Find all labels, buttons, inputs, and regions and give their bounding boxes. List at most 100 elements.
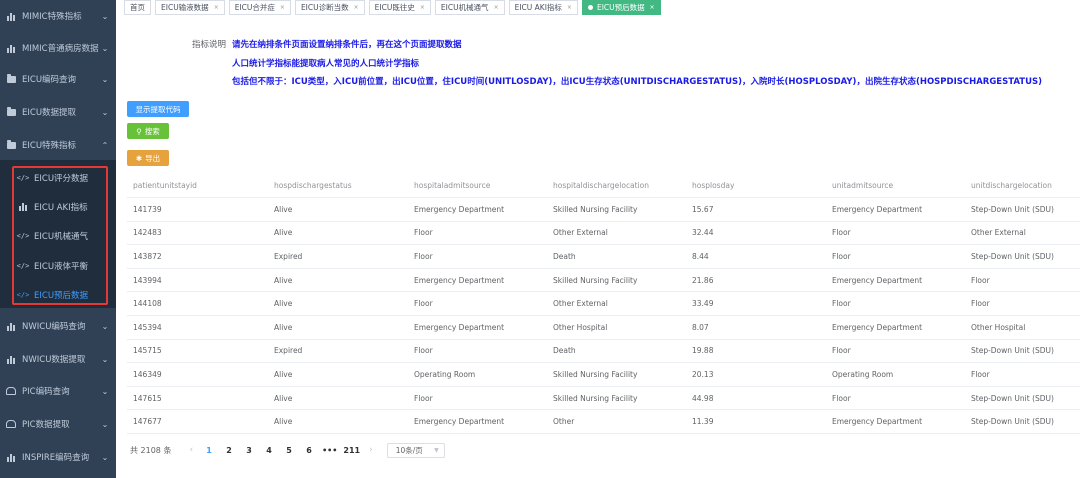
table-cell: Alive [274,275,293,285]
search-button[interactable]: ⚲ 搜索 [127,123,169,139]
table-cell: 145715 [133,346,162,356]
table-row[interactable]: 144108 Alive Floor Other External 33.49 Floor… [127,292,1080,316]
sidebar-item[interactable]: EICU特殊指标 ⌃ [0,129,116,161]
table-row[interactable]: 143994 Alive Emergency Department Skilled N… [127,269,1080,293]
table-cell: Death [553,251,576,261]
table-cell: 143994 [133,275,162,285]
sidebar-item[interactable]: EICU数据提取 ⌄ [0,96,116,128]
table-cell: Expired [274,346,303,356]
close-icon[interactable]: × [214,4,219,11]
sidebar-item-label: EICU数据提取 [22,108,77,118]
page-number-button[interactable]: 211 [343,446,360,455]
page-number-button[interactable]: ••• [322,446,337,455]
sidebar-item[interactable]: PIC数据提取 ⌄ [0,408,116,440]
close-icon[interactable]: × [280,4,285,11]
close-icon[interactable]: × [420,4,425,11]
bar-chart-icon [6,452,16,462]
tab-label: EICU预后数据 [596,3,645,12]
chevron-icon: ⌄ [101,107,109,117]
table-cell: 142483 [133,228,162,238]
folder-icon [6,106,16,117]
table-cell: 44.98 [692,393,714,403]
close-icon[interactable]: × [650,4,655,11]
close-icon[interactable]: × [494,4,499,11]
search-icon: ⚲ [136,126,142,136]
table-cell: Floor [414,393,433,403]
tab[interactable]: 首页 [124,0,151,15]
tab-label: EICU诊断当数 [300,3,349,12]
tab[interactable]: EICU合并症 × [228,0,291,15]
table-cell: Emergency Department [832,204,923,214]
table-cell: 8.07 [692,322,709,332]
close-icon[interactable]: × [567,4,572,11]
tab[interactable]: EICU诊断当数 × [294,0,365,15]
page-number-button[interactable]: 4 [262,446,276,455]
table-cell: Floor [832,393,851,403]
bar-chart-icon [6,321,16,331]
sidebar-item-label: NWICU编码查询 [22,322,86,332]
sidebar-item[interactable]: NWICU数据提取 ⌄ [0,343,116,375]
table-cell: 20.13 [692,369,714,379]
tab[interactable]: EICU输液数据 × [155,0,225,15]
table-cell: Emergency Department [414,204,505,214]
tab[interactable]: EICU AKI指标 × [508,0,578,15]
tab[interactable]: EICU机械通气 × [434,0,505,15]
table-row[interactable]: 141739 Alive Emergency Department Skilled N… [127,198,1080,222]
table-cell: 19.88 [692,346,714,356]
table-cell: Floor [832,251,851,261]
table-row[interactable]: 145715 Expired Floor Death 19.88 Floor Step-Do… [127,340,1080,364]
sidebar-item[interactable]: EICU编码查询 ⌄ [0,63,116,95]
table-cell: Other Hospital [971,322,1026,332]
table-cell: Other Hospital [553,322,608,332]
table-row[interactable]: 147677 Alive Emergency Department Other 11.3… [127,410,1080,434]
sidebar-item-label: EICU编码查询 [22,75,77,85]
table-cell: Emergency Department [832,322,923,332]
description-label: 指标说明 [192,40,227,50]
page-size-value: 10条/页 [395,445,423,455]
sidebar-item[interactable]: MIMIC特殊指标 ⌄ [0,0,116,32]
table-cell: Alive [274,393,293,403]
table-row[interactable]: 142483 Alive Floor Other External 32.44 Floor… [127,222,1080,246]
table-cell: Emergency Department [832,417,923,427]
tab[interactable]: EICU既往史 × [368,0,431,15]
pagination-total: 共 2108 条 [130,445,172,455]
sidebar-item[interactable]: PIC编码查询 ⌄ [0,375,116,407]
table-row[interactable]: 145394 Alive Emergency Department Other Hos… [127,316,1080,340]
prev-page-button[interactable]: ‹ [189,445,193,455]
table-header: patientunitstayid hospdischargestatus hosp… [127,174,1080,198]
close-icon[interactable]: × [354,4,359,11]
tab[interactable]: EICU预后数据 × [581,0,661,15]
tab-label: EICU输液数据 [161,3,209,12]
table-cell: Skilled Nursing Facility [553,393,638,403]
chevron-icon: ⌄ [101,43,109,53]
table-cell: Step-Down Unit (SDU) [971,251,1054,261]
sidebar-item-label: INSPIRE编码查询 [22,453,90,463]
table-row[interactable]: 147615 Alive Floor Skilled Nursing Facility… [127,387,1080,411]
export-button[interactable]: ✱ 导出 [127,150,169,166]
next-page-button[interactable]: › [369,445,373,455]
table-row[interactable]: 146349 Alive Operating Room Skilled Nursing… [127,363,1080,387]
page-number-button[interactable]: 5 [282,446,296,455]
description-line-1: 请先在纳排条件页面设置纳排条件后，再在这个页面提取数据 [232,40,462,50]
sidebar-item[interactable]: MIMIC普通病房数据 ⌄ [0,32,116,64]
table-row[interactable]: 143872 Expired Floor Death 8.44 Floor Step-Dow… [127,245,1080,269]
page-number-button[interactable]: 6 [302,446,316,455]
sidebar-item-label: NWICU数据提取 [22,355,86,365]
page-number-button[interactable]: 2 [222,446,236,455]
table-cell: Alive [274,299,293,309]
sidebar-item-label: EICU特殊指标 [22,141,77,151]
sidebar-item[interactable]: NWICU编码查询 ⌄ [0,310,116,342]
table-cell: Floor [971,275,990,285]
chevron-down-icon: ▼ [434,446,439,454]
show-code-button[interactable]: 显示提取代码 [127,101,189,117]
description-line-2: 人口统计学指标能提取病人常见的人口统计学指标 [232,59,420,69]
column-header: unitadmitsource [832,181,894,190]
page-number-button[interactable]: 3 [242,446,256,455]
sidebar-item[interactable]: INSPIRE编码查询 ⌄ [0,441,116,473]
page-size-select[interactable]: 10条/页 ▼ [386,442,445,458]
table-cell: 15.67 [692,204,714,214]
tab-label: EICU既往史 [374,3,415,12]
table-cell: Other External [553,299,608,309]
table-cell: Other External [971,228,1026,238]
page-number-button[interactable]: 1 [202,446,216,455]
